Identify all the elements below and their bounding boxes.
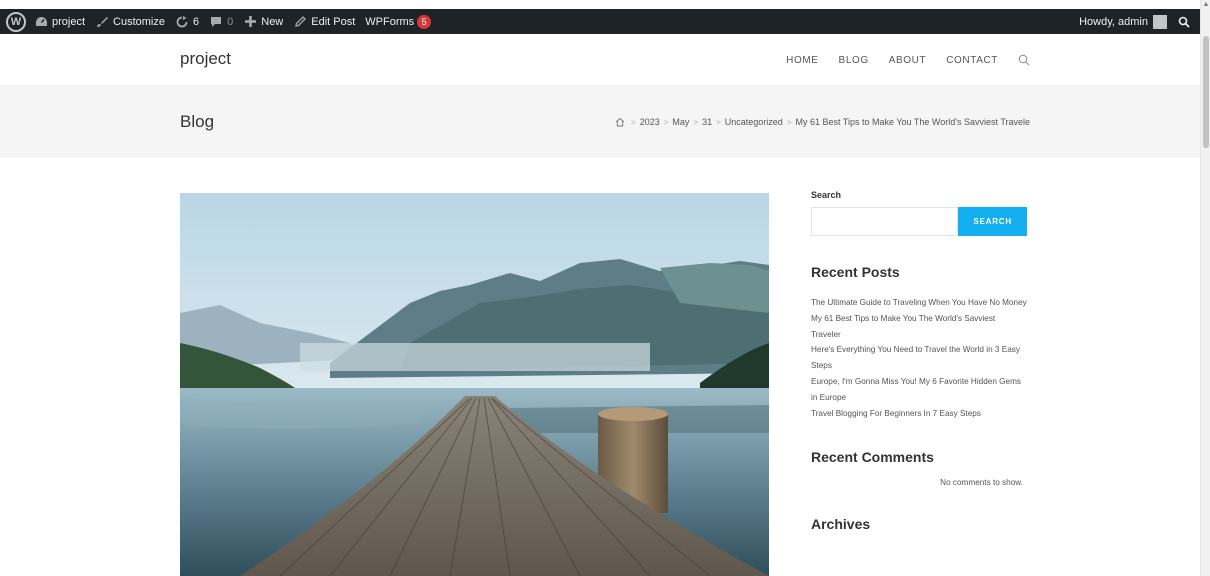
recent-post-link[interactable]: Europe, I'm Gonna Miss You! My 6 Favorit… [811,374,1027,406]
admin-comments-count: 0 [227,15,234,28]
recent-posts-list: The Ultimate Guide to Traveling When You… [811,295,1027,421]
admin-search[interactable] [1172,9,1200,34]
breadcrumb-separator: > [693,117,699,127]
sidebar: Search SEARCH Recent Posts The Ultimate … [811,190,1027,532]
updates-icon [175,15,189,29]
search-button[interactable]: SEARCH [958,207,1027,236]
paintbrush-icon [95,15,109,29]
admin-site-name[interactable]: project [29,9,90,34]
breadcrumb-category[interactable]: Uncategorized [725,117,783,127]
nav-contact[interactable]: CONTACT [946,55,998,66]
admin-comments[interactable]: 0 [204,9,238,34]
scroll-up-arrow-icon[interactable]: ▲ [1201,0,1210,10]
search-widget-label: Search [811,190,842,200]
site-header: project HOME BLOG ABOUT CONTACT [0,34,1200,85]
breadcrumb-day[interactable]: 31 [702,117,712,127]
admin-wpforms-label: WPForms [365,15,415,28]
comment-icon [209,15,223,29]
page-scrollbar[interactable]: ▲ [1200,0,1210,576]
breadcrumb-separator: > [716,117,721,127]
search-form: SEARCH [811,207,1027,236]
admin-bar: W project Customize 6 0 New Edit Post WP… [0,9,1200,34]
plus-icon [243,15,257,29]
recent-comments-title: Recent Comments [811,449,934,466]
admin-new-label: New [261,15,284,28]
breadcrumb-separator: > [631,117,636,127]
breadcrumb-year[interactable]: 2023 [640,117,660,127]
search-input[interactable] [811,207,959,236]
site-title[interactable]: project [180,49,231,69]
main-navigation: HOME BLOG ABOUT CONTACT [766,54,1030,66]
archives-title: Archives [811,516,871,533]
breadcrumb: > 2023 > May > 31 > Uncategorized > My 6… [615,117,1030,127]
search-icon [1177,15,1191,29]
pencil-icon [293,15,307,29]
breadcrumb-month[interactable]: May [672,117,689,127]
admin-site-name-label: project [52,15,86,28]
dashboard-icon [34,15,48,29]
wpforms-notification-badge: 5 [417,14,432,29]
admin-updates[interactable]: 6 [170,9,204,34]
recent-post-link[interactable]: Travel Blogging For Beginners In 7 Easy … [811,406,1027,422]
breadcrumb-current-post: My 61 Best Tips to Make You The World's … [795,117,1031,127]
admin-account[interactable]: Howdy, admin [1074,9,1172,34]
admin-edit-post-label: Edit Post [311,15,356,28]
admin-customize[interactable]: Customize [90,9,170,34]
page-header: Blog > 2023 > May > 31 > Uncategorized >… [0,85,1200,158]
recent-post-link[interactable]: Here's Everything You Need to Travel the… [811,342,1027,374]
recent-posts-title: Recent Posts [811,264,900,280]
admin-wpforms[interactable]: WPForms 5 [360,9,436,34]
lake-pier-photo [180,193,769,576]
page-title: Blog [180,112,215,131]
nav-about[interactable]: ABOUT [889,55,926,66]
nav-home[interactable]: HOME [786,55,818,66]
breadcrumb-separator: > [786,117,792,127]
wordpress-logo-icon[interactable]: W [6,11,26,32]
nav-blog[interactable]: BLOG [839,55,869,66]
admin-howdy-label: Howdy, admin [1079,15,1148,28]
featured-image [180,193,769,576]
admin-updates-count: 6 [193,15,200,28]
admin-edit-post[interactable]: Edit Post [288,9,360,34]
admin-customize-label: Customize [113,15,165,28]
scrollbar-thumb[interactable] [1203,36,1209,148]
nav-search-icon[interactable] [1018,54,1030,66]
admin-new[interactable]: New [238,9,288,34]
home-icon[interactable] [615,117,625,127]
avatar [1153,14,1167,29]
recent-post-link[interactable]: The Ultimate Guide to Traveling When You… [811,295,1027,311]
recent-post-link[interactable]: My 61 Best Tips to Make You The World's … [811,311,1027,343]
no-comments-message: No comments to show. [940,478,1023,488]
breadcrumb-separator: > [663,117,669,127]
